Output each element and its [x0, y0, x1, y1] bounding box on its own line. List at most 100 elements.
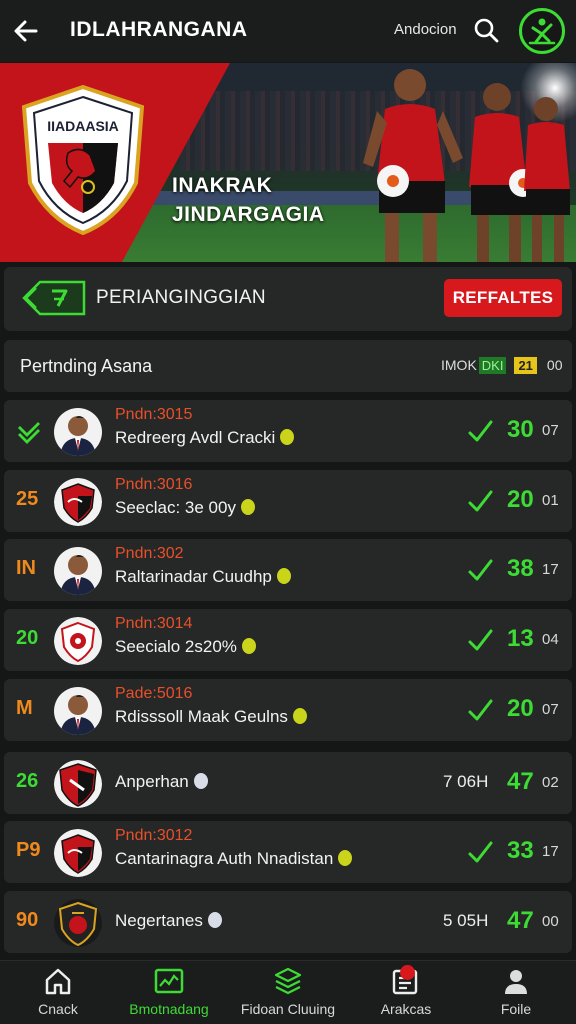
- team-avatar: [54, 408, 102, 456]
- row-team-name-text: Raltarinadar Cuudhp: [115, 567, 272, 586]
- team-avatar: [54, 687, 102, 735]
- nav-item-standings[interactable]: Bmotnadang: [126, 967, 212, 1023]
- search-icon[interactable]: [472, 16, 500, 44]
- header-link[interactable]: Andocion: [394, 21, 457, 38]
- section-title: PERIANGINGGIAN: [96, 287, 266, 308]
- check-icon: [466, 696, 494, 724]
- row-rank: 20: [16, 627, 39, 649]
- team-avatar: [54, 478, 102, 526]
- nav-label: Cnack: [38, 1001, 78, 1017]
- team-avatar: [54, 899, 102, 947]
- row-subtitle: Pade:5016: [115, 685, 193, 702]
- row-team-name-text: Seeclac: 3e 00y: [115, 498, 236, 517]
- row-team-name-text: Cantarinagra Auth Nnadistan: [115, 849, 334, 868]
- top-bar: IDLAHRANGANA Andocion: [0, 0, 576, 62]
- row-subtitle: Pndn:3012: [115, 827, 193, 844]
- check-icon: [466, 838, 494, 866]
- row-score: 47: [507, 907, 534, 934]
- row-subtitle: Pndn:3014: [115, 615, 193, 632]
- check-icon: [466, 556, 494, 584]
- row-team-name-text: Anperhan: [115, 772, 189, 791]
- row-team-name-text: Redreerg Avdl Cracki: [115, 428, 276, 447]
- profile-icon: [505, 970, 527, 994]
- table-row[interactable]: 25 Pndn:3016 Seeclac: 3e 00y 20 01: [4, 470, 572, 532]
- table-row[interactable]: Pndn:3015 Redreerg Avdl Cracki 30 07: [4, 400, 572, 462]
- hero-headline: INAKRAK JINDARGAGIA: [172, 171, 325, 229]
- standings-title: Pertnding Asana: [20, 356, 153, 376]
- hero-line-2: JINDARGAGIA: [172, 203, 325, 226]
- emoji-icon: [241, 638, 256, 654]
- emoji-icon: [280, 429, 295, 445]
- emoji-icon: [292, 708, 307, 724]
- row-score: 20: [507, 486, 534, 513]
- row-team-name: Raltarinadar Cuudhp: [115, 567, 291, 587]
- row-team-name: Anperhan: [115, 772, 208, 792]
- nav-label: Arakcas: [380, 1001, 432, 1017]
- team-avatar: [54, 829, 102, 877]
- nav-label: Foile: [500, 1001, 532, 1017]
- row-subtitle: Pndn:3016: [115, 476, 193, 493]
- table-row[interactable]: 90 Negertanes 5 05H 47 00: [4, 891, 572, 953]
- row-rank: 26: [16, 770, 39, 792]
- row-score: 47: [507, 768, 534, 795]
- emoji-icon: [276, 568, 291, 584]
- row-extra: 00: [542, 913, 559, 930]
- row-rank: IN: [16, 557, 36, 579]
- check-icon: [466, 626, 494, 654]
- nav-item-articles[interactable]: Arakcas: [368, 965, 444, 1023]
- column-header-tag[interactable]: DKI: [478, 357, 507, 374]
- table-row[interactable]: 20 Pndn:3014 Seecialo 2s20% 13 04: [4, 609, 572, 671]
- team-avatar: [54, 617, 102, 665]
- row-team-name-text: Negertanes: [115, 911, 203, 930]
- team-avatar: [54, 547, 102, 595]
- bottom-navigation: Cnack Bmotnadang Fidoan Cluuing Arakcas …: [0, 960, 576, 1024]
- row-extra: 07: [542, 422, 559, 439]
- notification-badge: [400, 965, 415, 980]
- row-team-name: Seeclac: 3e 00y: [115, 498, 255, 518]
- row-score: 30: [507, 416, 534, 443]
- table-row[interactable]: 26 Anperhan 7 06H 47 02: [4, 752, 572, 814]
- brand-logo-button[interactable]: [519, 8, 565, 54]
- row-extra: 02: [542, 774, 559, 791]
- row-extra: 17: [542, 843, 559, 860]
- layers-icon: [274, 967, 302, 995]
- row-team-name-text: Rdisssoll Maak Geulns: [115, 707, 288, 726]
- row-extra: 01: [542, 492, 559, 509]
- nav-item-fixtures[interactable]: Fidoan Cluuing: [236, 967, 340, 1023]
- row-rank: P9: [16, 839, 41, 861]
- row-team-name-text: Seecialo 2s20%: [115, 637, 237, 656]
- nav-item-home[interactable]: Cnack: [18, 967, 98, 1023]
- row-team-name: Seecialo 2s20%: [115, 637, 256, 657]
- carousel-dots[interactable]: [265, 256, 315, 262]
- results-button[interactable]: REFFALTES: [444, 279, 562, 317]
- nav-item-profile[interactable]: Foile: [478, 967, 554, 1023]
- row-score: 20: [507, 695, 534, 722]
- column-header-tag[interactable]: 21: [514, 357, 537, 374]
- hero-line-1: INAKRAK: [172, 174, 273, 197]
- row-team-name: Negertanes: [115, 911, 222, 931]
- row-rank: 25: [16, 488, 39, 510]
- check-icon: [466, 417, 494, 445]
- table-row[interactable]: P9 Pndn:3012 Cantarinagra Auth Nnadistan 33…: [4, 821, 572, 883]
- crest-text: IIADAASIA: [47, 118, 119, 134]
- table-row[interactable]: IN Pndn:302 Raltarinadar Cuudhp 38 17: [4, 539, 572, 601]
- rank-check-icon: [16, 418, 52, 450]
- row-score: 38: [507, 555, 534, 582]
- row-score: 13: [507, 625, 534, 652]
- row-rank: M: [16, 697, 33, 719]
- back-arrow-icon[interactable]: [10, 15, 42, 47]
- row-score: 33: [507, 837, 534, 864]
- check-icon: [466, 487, 494, 515]
- table-row[interactable]: M Pade:5016 Rdisssoll Maak Geulns 20 07: [4, 679, 572, 741]
- column-header[interactable]: 00: [547, 357, 563, 373]
- row-time: 5 05H: [443, 911, 489, 930]
- emoji-icon: [240, 499, 255, 515]
- row-extra: 04: [542, 631, 559, 648]
- team-crest-logo: IIADAASIA: [21, 84, 145, 235]
- row-rank: 90: [16, 909, 39, 931]
- hero-banner[interactable]: IIADAASIA INAKRAK JINDARGAGIA: [0, 63, 576, 262]
- emoji-icon: [193, 773, 208, 789]
- nav-label: Fidoan Cluuing: [240, 1001, 336, 1017]
- column-header[interactable]: IMOK: [441, 357, 477, 373]
- chart-icon: [154, 968, 184, 994]
